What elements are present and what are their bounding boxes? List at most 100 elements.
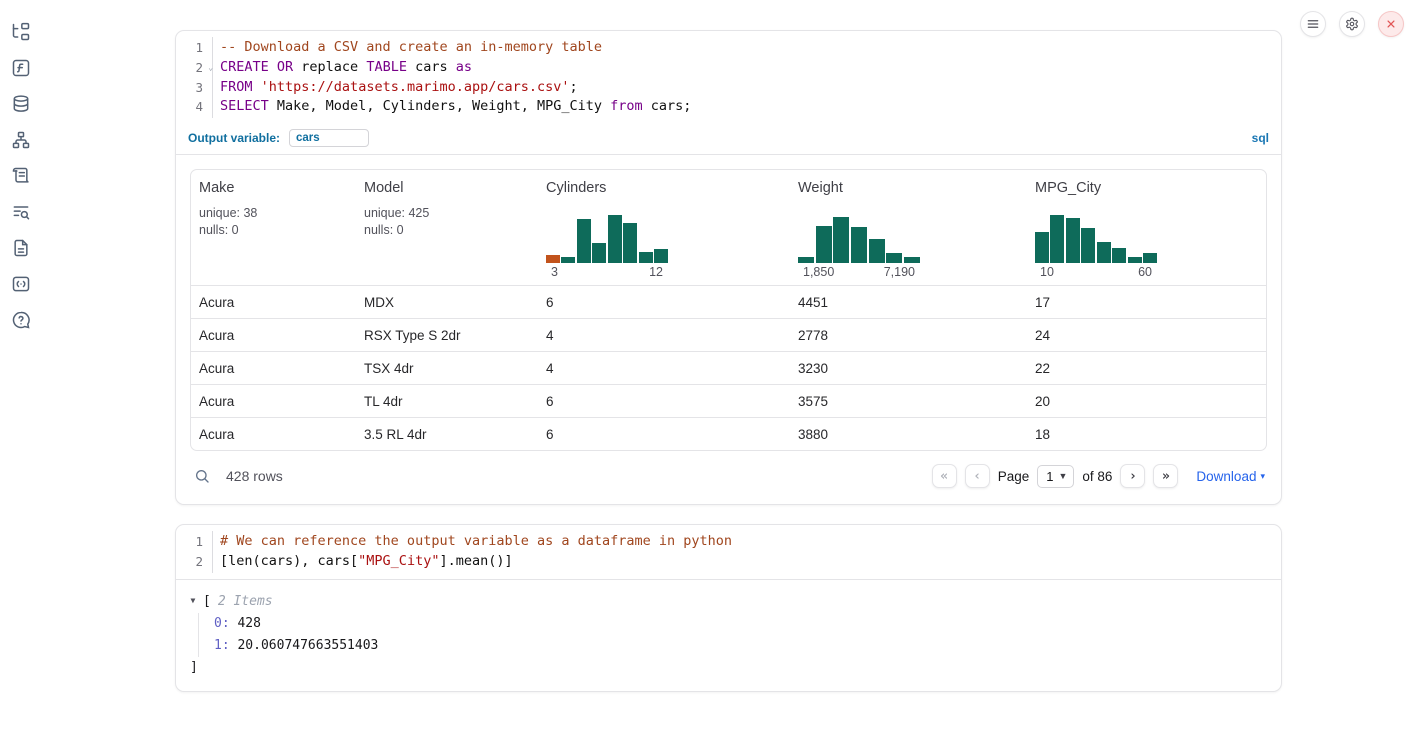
column-header[interactable]: Makeunique: 38nulls: 0 bbox=[191, 180, 356, 279]
table-cell: TL 4dr bbox=[356, 394, 538, 409]
snippets-icon[interactable] bbox=[11, 274, 31, 294]
tree-item: 0: 428 bbox=[214, 613, 1267, 635]
column-header[interactable]: Weight 1,8507,190 bbox=[790, 180, 1027, 279]
left-sidebar bbox=[0, 0, 42, 729]
code-line: 2⌄CREATE OR replace TABLE cars as bbox=[176, 58, 1281, 78]
histogram-bar bbox=[1097, 242, 1111, 263]
table-cell: Acura bbox=[191, 295, 356, 310]
first-page-button[interactable]: « bbox=[932, 464, 957, 488]
functions-icon[interactable] bbox=[11, 58, 31, 78]
histogram-bar bbox=[639, 252, 653, 263]
unique-count: unique: 38 bbox=[199, 205, 346, 222]
column-summary: unique: 425nulls: 0 bbox=[364, 205, 528, 279]
code-token: Make, Model, Cylinders, Weight, MPG_City bbox=[269, 98, 610, 114]
menu-button[interactable] bbox=[1300, 11, 1326, 37]
table-cell: 3230 bbox=[790, 361, 1027, 376]
column-summary: 1060 bbox=[1035, 205, 1256, 279]
documentation-icon[interactable] bbox=[11, 238, 31, 258]
python-cell-output: ▼ [ 2 Items 0: 4281: 20.060747663551403 … bbox=[176, 580, 1281, 691]
help-icon[interactable] bbox=[11, 310, 31, 330]
line-number: 1 bbox=[176, 38, 212, 58]
code-text: CREATE OR replace TABLE cars as bbox=[212, 58, 472, 78]
page-select-value: 1 bbox=[1046, 469, 1053, 484]
histogram-bar bbox=[1035, 232, 1049, 263]
table-cell: 4 bbox=[538, 328, 790, 343]
code-token: cars; bbox=[643, 98, 692, 114]
next-page-button[interactable]: › bbox=[1120, 464, 1145, 488]
table-row: AcuraTSX 4dr4323022 bbox=[191, 351, 1266, 384]
search-icon[interactable] bbox=[194, 468, 210, 484]
column-name: Weight bbox=[798, 180, 1017, 196]
axis-max-label: 60 bbox=[1138, 265, 1152, 279]
open-bracket: [ bbox=[203, 591, 211, 612]
code-line: 1# We can reference the output variable … bbox=[176, 532, 1281, 552]
page-select[interactable]: 1 ▼ bbox=[1037, 465, 1074, 488]
histogram-bar bbox=[886, 253, 902, 263]
histogram-bars bbox=[546, 213, 668, 263]
code-token: [len(cars), cars[ bbox=[220, 553, 358, 569]
python-cell: 1# We can reference the output variable … bbox=[175, 524, 1282, 692]
tree-item-key: 0: bbox=[214, 616, 230, 631]
python-code-editor[interactable]: 1# We can reference the output variable … bbox=[176, 525, 1281, 579]
null-count: nulls: 0 bbox=[364, 222, 528, 239]
settings-button[interactable] bbox=[1339, 11, 1365, 37]
column-header[interactable]: MPG_City1060 bbox=[1027, 180, 1266, 279]
logs-search-icon[interactable] bbox=[11, 202, 31, 222]
column-summary: 1,8507,190 bbox=[798, 205, 1017, 279]
data-table: Makeunique: 38nulls: 0Modelunique: 425nu… bbox=[190, 169, 1267, 451]
histogram-axis-labels: 1,8507,190 bbox=[798, 263, 920, 279]
column-header[interactable]: Cylinders 312 bbox=[538, 180, 790, 279]
histogram-bar bbox=[851, 227, 867, 263]
column-header[interactable]: Modelunique: 425nulls: 0 bbox=[356, 180, 538, 279]
output-variable-input[interactable] bbox=[289, 129, 369, 147]
table-cell: 4 bbox=[538, 361, 790, 376]
scratchpad-icon[interactable] bbox=[11, 166, 31, 186]
file-tree-icon[interactable] bbox=[11, 22, 31, 42]
histogram-bar bbox=[798, 257, 814, 264]
sql-cell: 1-- Download a CSV and create an in-memo… bbox=[175, 30, 1282, 505]
table-cell: 3575 bbox=[790, 394, 1027, 409]
code-token: as bbox=[456, 59, 472, 75]
table-cell: Acura bbox=[191, 328, 356, 343]
dependency-graph-icon[interactable] bbox=[11, 130, 31, 150]
tree-item-value: 428 bbox=[230, 616, 261, 631]
table-cell: 6 bbox=[538, 295, 790, 310]
line-number: 2⌄ bbox=[176, 58, 212, 78]
first-page-icon: « bbox=[940, 469, 948, 484]
column-histogram: 1060 bbox=[1035, 213, 1157, 279]
collapse-chevron-icon[interactable]: ▼ bbox=[190, 592, 198, 611]
code-line: 3FROM 'https://datasets.marimo.app/cars.… bbox=[176, 78, 1281, 98]
table-cell: 18 bbox=[1027, 427, 1266, 442]
axis-min-label: 3 bbox=[551, 265, 558, 279]
table-body: AcuraMDX6445117AcuraRSX Type S 2dr427782… bbox=[191, 285, 1266, 450]
sql-code-editor[interactable]: 1-- Download a CSV and create an in-memo… bbox=[176, 31, 1281, 124]
database-icon[interactable] bbox=[11, 94, 31, 114]
column-name: Cylinders bbox=[546, 180, 780, 196]
histogram-axis-labels: 1060 bbox=[1035, 263, 1157, 279]
code-token: ].mean()] bbox=[439, 553, 512, 569]
chevron-down-icon: ▼ bbox=[1058, 471, 1067, 481]
histogram-bar bbox=[1143, 253, 1157, 263]
histogram-bar bbox=[623, 223, 637, 263]
code-text: SELECT Make, Model, Cylinders, Weight, M… bbox=[212, 97, 691, 117]
line-number: 3 bbox=[176, 78, 212, 98]
notebook-area: 1-- Download a CSV and create an in-memo… bbox=[175, 30, 1282, 692]
histogram-bar bbox=[869, 239, 885, 263]
table-cell: 2778 bbox=[790, 328, 1027, 343]
code-text: # We can reference the output variable a… bbox=[212, 532, 732, 552]
table-cell: 4451 bbox=[790, 295, 1027, 310]
column-summary: 312 bbox=[546, 205, 780, 279]
code-token bbox=[253, 79, 261, 95]
close-bracket: ] bbox=[190, 657, 1267, 678]
code-token: FROM bbox=[220, 79, 253, 95]
table-cell: 17 bbox=[1027, 295, 1266, 310]
code-text: -- Download a CSV and create an in-memor… bbox=[212, 38, 602, 58]
prev-page-button[interactable]: ‹ bbox=[965, 464, 990, 488]
fold-chevron-icon[interactable]: ⌄ bbox=[208, 60, 213, 78]
gear-icon bbox=[1345, 17, 1359, 31]
download-button[interactable]: Download ▾ bbox=[1196, 469, 1265, 484]
prev-page-icon: ‹ bbox=[973, 469, 981, 484]
last-page-button[interactable]: » bbox=[1153, 464, 1178, 488]
tree-item-value: 20.060747663551403 bbox=[230, 638, 379, 653]
shutdown-button[interactable] bbox=[1378, 11, 1404, 37]
